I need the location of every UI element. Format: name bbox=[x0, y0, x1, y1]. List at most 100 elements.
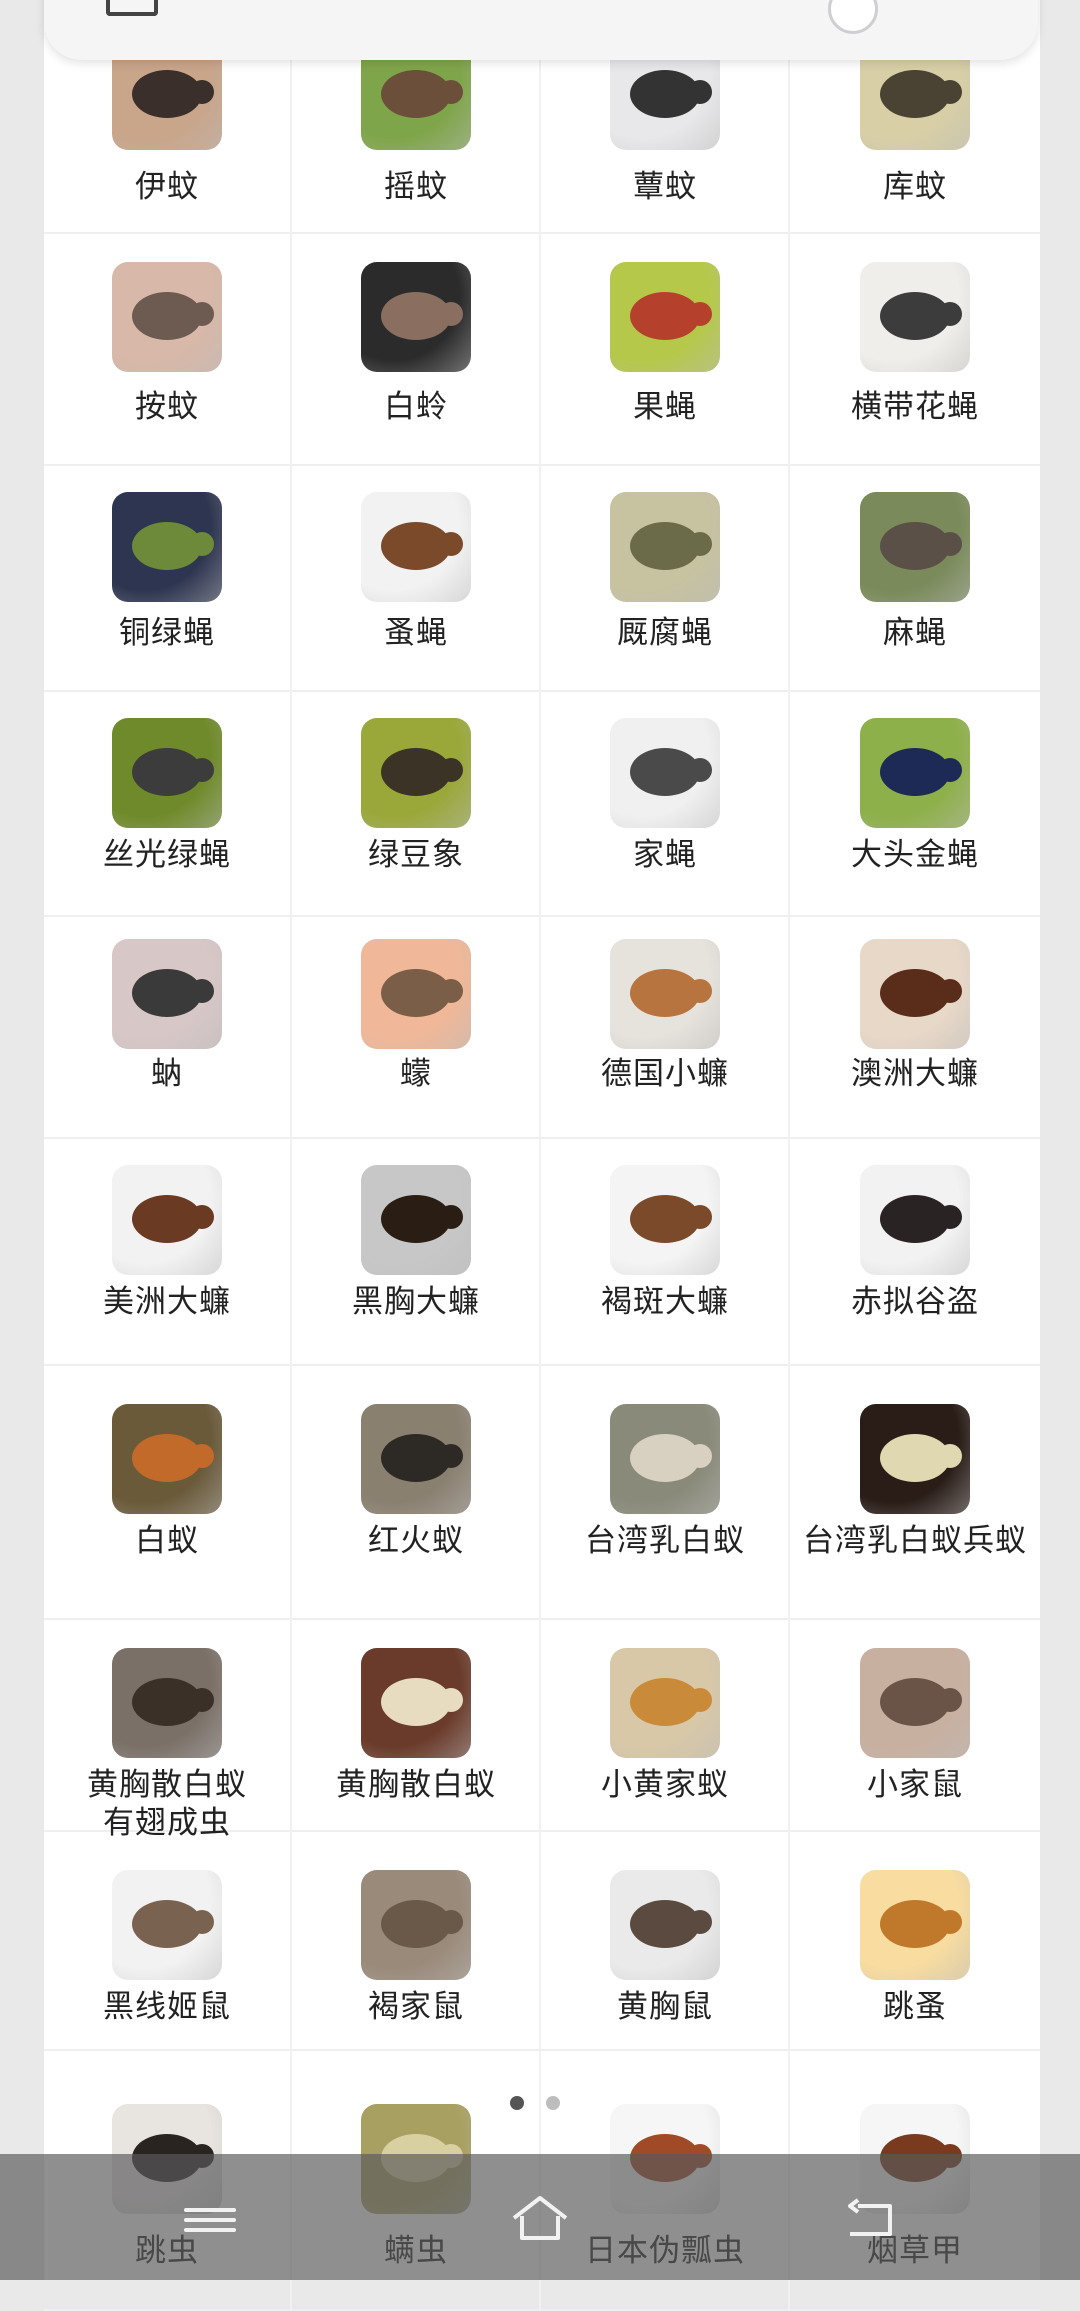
pest-thumbnail bbox=[112, 1404, 222, 1514]
pest-thumbnail bbox=[610, 492, 720, 602]
grid-row: 铜绿蝇 蚤蝇 厩腐蝇 麻蝇 bbox=[44, 464, 1040, 692]
pest-label: 美洲大蠊 bbox=[103, 1284, 231, 1320]
pest-thumbnail bbox=[112, 1165, 222, 1275]
pest-item[interactable]: 库蚊 bbox=[791, 40, 1039, 232]
pest-item[interactable]: 小家鼠 bbox=[791, 1618, 1039, 1830]
pest-thumbnail bbox=[860, 1165, 970, 1275]
pest-label: 蚤蝇 bbox=[384, 615, 448, 651]
search-bar[interactable] bbox=[44, 0, 1038, 60]
pest-item[interactable]: 按蚊 bbox=[44, 232, 292, 464]
pest-label: 跳蚤 bbox=[883, 1989, 947, 2025]
pest-item[interactable]: 大头金蝇 bbox=[791, 690, 1039, 915]
grid-row: 白蚁 红火蚁 台湾乳白蚁 台湾乳白蚁兵蚁 bbox=[44, 1364, 1040, 1620]
pest-thumbnail bbox=[860, 939, 970, 1049]
pest-label: 库蚊 bbox=[883, 169, 947, 205]
pest-thumbnail bbox=[860, 1404, 970, 1514]
pest-item[interactable]: 横带花蝇 bbox=[791, 232, 1039, 464]
pest-label: 蚋 bbox=[151, 1056, 183, 1092]
pest-thumbnail bbox=[610, 1648, 720, 1758]
pest-item[interactable]: 蕈蚊 bbox=[542, 40, 790, 232]
pest-thumbnail bbox=[112, 718, 222, 828]
pest-thumbnail bbox=[361, 1870, 471, 1980]
pest-label: 台湾乳白蚁兵蚁 bbox=[803, 1523, 1027, 1559]
pest-item[interactable]: 黑胸大蠊 bbox=[293, 1137, 541, 1364]
pest-thumbnail bbox=[860, 262, 970, 372]
pest-item[interactable]: 澳洲大蠊 bbox=[791, 915, 1039, 1137]
pest-item[interactable]: 赤拟谷盗 bbox=[791, 1137, 1039, 1364]
pest-thumbnail bbox=[361, 939, 471, 1049]
grid-row: 按蚊 白蛉 果蝇 横带花蝇 bbox=[44, 232, 1040, 466]
pest-thumbnail bbox=[361, 1648, 471, 1758]
pest-label: 黄胸散白蚁 bbox=[336, 1767, 496, 1803]
home-icon[interactable] bbox=[510, 2194, 570, 2242]
pest-item[interactable]: 丝光绿蝇 bbox=[44, 690, 292, 915]
grid-row: 伊蚊 摇蚊 蕈蚊 库蚊 bbox=[44, 40, 1040, 234]
pest-thumbnail bbox=[610, 1870, 720, 1980]
pest-item[interactable]: 蠓 bbox=[293, 915, 541, 1137]
grid-row: 蚋 蠓 德国小蠊 澳洲大蠊 bbox=[44, 915, 1040, 1139]
pest-item[interactable]: 黄胸鼠 bbox=[542, 1830, 790, 2049]
pest-item[interactable]: 黄胸散白蚁 bbox=[293, 1618, 541, 1830]
pest-item[interactable]: 果蝇 bbox=[542, 232, 790, 464]
pest-thumbnail bbox=[610, 1165, 720, 1275]
pest-thumbnail bbox=[112, 939, 222, 1049]
pest-thumbnail bbox=[610, 718, 720, 828]
pest-label: 大头金蝇 bbox=[851, 837, 979, 873]
pest-label: 黑胸大蠊 bbox=[352, 1284, 480, 1320]
pest-item[interactable]: 跳蚤 bbox=[791, 1830, 1039, 2049]
pest-item[interactable]: 家蝇 bbox=[542, 690, 790, 915]
back-icon[interactable] bbox=[842, 2198, 898, 2242]
pest-thumbnail bbox=[860, 492, 970, 602]
pest-label: 铜绿蝇 bbox=[119, 615, 215, 651]
pest-item[interactable]: 白蚁 bbox=[44, 1364, 292, 1618]
pest-label: 褐家鼠 bbox=[368, 1989, 464, 2025]
pest-item[interactable]: 美洲大蠊 bbox=[44, 1137, 292, 1364]
pest-item[interactable]: 蚤蝇 bbox=[293, 464, 541, 690]
pest-item[interactable]: 小黄家蚁 bbox=[542, 1618, 790, 1830]
pest-item[interactable]: 黄胸散白蚁 有翅成虫 bbox=[44, 1618, 292, 1841]
pest-label: 红火蚁 bbox=[368, 1523, 464, 1559]
pest-item[interactable]: 德国小蠊 bbox=[542, 915, 790, 1137]
pest-item[interactable]: 厩腐蝇 bbox=[542, 464, 790, 690]
pest-thumbnail bbox=[112, 1870, 222, 1980]
pest-label: 黄胸鼠 bbox=[617, 1989, 713, 2025]
pest-label: 褐斑大蠊 bbox=[601, 1284, 729, 1320]
menu-icon[interactable] bbox=[180, 2202, 240, 2242]
pest-label: 德国小蠊 bbox=[601, 1056, 729, 1092]
pest-label: 果蝇 bbox=[633, 389, 697, 425]
pest-item[interactable]: 黑线姬鼠 bbox=[44, 1830, 292, 2049]
pest-item[interactable]: 摇蚊 bbox=[293, 40, 541, 232]
pest-label: 台湾乳白蚁 bbox=[585, 1523, 745, 1559]
pest-thumbnail bbox=[112, 1648, 222, 1758]
pest-item[interactable]: 褐斑大蠊 bbox=[542, 1137, 790, 1364]
pest-label: 蠓 bbox=[400, 1056, 432, 1092]
pest-thumbnail bbox=[361, 718, 471, 828]
pest-item[interactable]: 白蛉 bbox=[293, 232, 541, 464]
pest-item[interactable]: 铜绿蝇 bbox=[44, 464, 292, 690]
voice-icon[interactable] bbox=[828, 0, 878, 34]
pest-item[interactable]: 蚋 bbox=[44, 915, 292, 1137]
pest-label: 按蚊 bbox=[135, 389, 199, 425]
pest-label: 白蛉 bbox=[384, 389, 448, 425]
pest-item[interactable]: 台湾乳白蚁 bbox=[542, 1364, 790, 1618]
pest-label: 家蝇 bbox=[633, 837, 697, 873]
pest-item[interactable]: 麻蝇 bbox=[791, 464, 1039, 690]
grid-row: 黑线姬鼠 褐家鼠 黄胸鼠 跳蚤 bbox=[44, 1830, 1040, 2051]
pest-label: 蕈蚊 bbox=[633, 169, 697, 205]
pest-thumbnail bbox=[860, 1870, 970, 1980]
pest-label: 厩腐蝇 bbox=[617, 615, 713, 651]
pest-label: 小家鼠 bbox=[867, 1767, 963, 1803]
pest-thumbnail bbox=[361, 1165, 471, 1275]
system-nav-bar bbox=[0, 2154, 1080, 2280]
pest-item[interactable]: 红火蚁 bbox=[293, 1364, 541, 1618]
pest-label: 丝光绿蝇 bbox=[103, 837, 231, 873]
pest-item[interactable]: 褐家鼠 bbox=[293, 1830, 541, 2049]
pest-item[interactable]: 台湾乳白蚁兵蚁 bbox=[791, 1364, 1039, 1618]
pest-label: 小黄家蚁 bbox=[601, 1767, 729, 1803]
pest-thumbnail bbox=[112, 262, 222, 372]
app-icon bbox=[106, 0, 158, 16]
page-dot-active bbox=[510, 2096, 524, 2110]
pest-item[interactable]: 伊蚊 bbox=[44, 40, 292, 232]
pest-thumbnail bbox=[361, 262, 471, 372]
pest-item[interactable]: 绿豆象 bbox=[293, 690, 541, 915]
